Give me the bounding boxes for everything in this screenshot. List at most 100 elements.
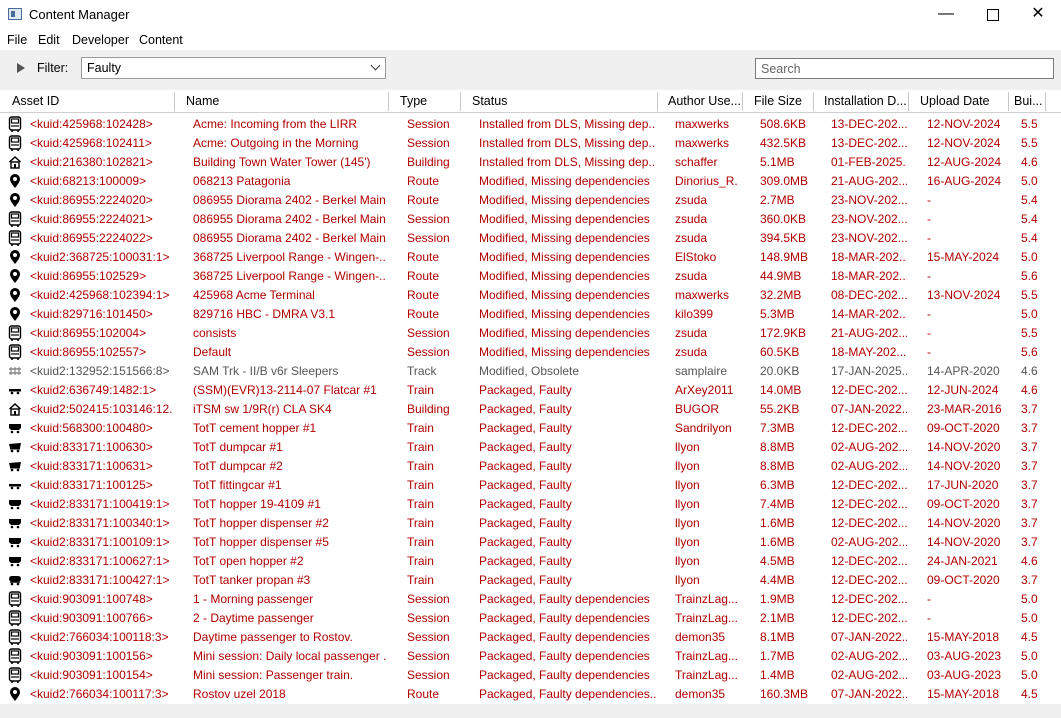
build-cell: 5.0 <box>1021 649 1038 663</box>
route-icon <box>8 173 22 189</box>
status-cell: Packaged, Faulty dependencies <box>479 611 650 625</box>
table-row[interactable]: <kuid:86955:102004> consists Session Modifi… <box>0 324 1061 343</box>
table-row[interactable]: <kuid2:833171:100340:1> TotT hopper dispe… <box>0 514 1061 533</box>
menu-file[interactable]: File <box>7 33 27 47</box>
column-divider[interactable] <box>813 92 814 111</box>
asset-id-cell: <kuid2:132952:151566:8> <box>30 364 170 378</box>
table-row[interactable]: <kuid2:833171:100419:1> TotT hopper 19-41… <box>0 495 1061 514</box>
column-header-installation-date[interactable]: Installation D... <box>824 94 908 108</box>
asset-id-cell: <kuid:68213:100009> <box>30 174 147 188</box>
build-cell: 4.6 <box>1021 383 1038 397</box>
maximize-button[interactable] <box>970 0 1016 30</box>
filter-dropdown[interactable]: Faulty <box>81 57 386 79</box>
installation-date-cell: 17-JAN-2025... <box>831 364 907 378</box>
author-cell: maxwerks <box>675 117 730 131</box>
table-row[interactable]: <kuid:86955:102557> Default Session Modifie… <box>0 343 1061 362</box>
session-icon <box>8 325 22 341</box>
column-header-name[interactable]: Name <box>186 94 384 108</box>
table-row[interactable]: <kuid2:766034:100118:3> Daytime passenger… <box>0 628 1061 647</box>
table-row[interactable]: <kuid:903091:100154> Mini session: Passen… <box>0 666 1061 685</box>
table-row[interactable]: <kuid2:833171:100427:1> TotT tanker propa… <box>0 571 1061 590</box>
table-row[interactable]: <kuid:568300:100480> TotT cement hopper #… <box>0 419 1061 438</box>
filter-value: Faulty <box>87 61 122 75</box>
type-cell: Train <box>407 383 434 397</box>
build-cell: 4.6 <box>1021 155 1038 169</box>
menu-developer[interactable]: Developer <box>72 33 129 47</box>
table-row[interactable]: <kuid:833171:100631> TotT dumpcar #2 Train… <box>0 457 1061 476</box>
type-cell: Session <box>407 117 450 131</box>
table-row[interactable]: <kuid:903091:100766> 2 - Daytime passenge… <box>0 609 1061 628</box>
table-row[interactable]: <kuid2:368725:100031:1> 368725 Liverpool … <box>0 248 1061 267</box>
track-icon <box>8 363 22 379</box>
column-header-asset-id[interactable]: Asset ID <box>12 94 170 108</box>
column-header-author[interactable]: Author Use... <box>668 94 740 108</box>
table-row[interactable]: <kuid:68213:100009> 068213 Patagonia Route… <box>0 172 1061 191</box>
table-row[interactable]: <kuid2:833171:100627:1> TotT open hopper … <box>0 552 1061 571</box>
column-header-status[interactable]: Status <box>472 94 654 108</box>
file-size-cell: 2.7MB <box>760 193 795 207</box>
table-row[interactable]: <kuid:903091:100748> 1 - Morning passenge… <box>0 590 1061 609</box>
table-row[interactable]: <kuid:833171:100630> TotT dumpcar #1 Train… <box>0 438 1061 457</box>
table-row[interactable]: <kuid:86955:102529> 368725 Liverpool Rang… <box>0 267 1061 286</box>
table-row[interactable]: <kuid2:833171:100109:1> TotT hopper dispe… <box>0 533 1061 552</box>
author-cell: BUGOR <box>675 402 720 416</box>
installation-date-cell: 01-FEB-2025... <box>831 155 907 169</box>
table-row[interactable]: <kuid2:636749:1482:1> (SSM)(EVR)13-2114-0… <box>0 381 1061 400</box>
close-button[interactable]: ✕ <box>1015 0 1061 30</box>
table-row[interactable]: <kuid:425968:102428> Acme: Incoming from … <box>0 115 1061 134</box>
column-header-build[interactable]: Bui... <box>1014 94 1044 108</box>
table-row[interactable]: <kuid:86955:2224020> 086955 Diorama 2402 … <box>0 191 1061 210</box>
build-cell: 3.7 <box>1021 459 1038 473</box>
table-row[interactable]: <kuid:833171:100125> TotT fittingcar #1 Tr… <box>0 476 1061 495</box>
installation-date-cell: 18-MAR-202... <box>831 269 907 283</box>
name-cell: TotT hopper dispenser #2 <box>193 516 329 530</box>
column-divider[interactable] <box>174 92 175 111</box>
menu-edit[interactable]: Edit <box>38 33 60 47</box>
status-cell: Packaged, Faulty dependencies <box>479 592 650 606</box>
table-row[interactable]: <kuid2:766034:100117:3> Rostov uzel 2018 R… <box>0 685 1061 704</box>
table-row[interactable]: <kuid:829716:101450> 829716 HBC - DMRA V3… <box>0 305 1061 324</box>
column-divider[interactable] <box>460 92 461 111</box>
column-divider[interactable] <box>742 92 743 111</box>
table-row[interactable]: <kuid2:502415:103146:12... iTSM sw 1/9R(r… <box>0 400 1061 419</box>
installation-date-cell: 02-AUG-202... <box>831 535 907 549</box>
column-divider[interactable] <box>908 92 909 111</box>
name-cell: TotT fittingcar #1 <box>193 478 282 492</box>
route-icon <box>8 287 22 303</box>
type-cell: Train <box>407 497 434 511</box>
type-cell: Session <box>407 345 450 359</box>
table-row[interactable]: <kuid:86955:2224021> 086955 Diorama 2402 … <box>0 210 1061 229</box>
table-row[interactable]: <kuid:216380:102821> Building Town Water … <box>0 153 1061 172</box>
author-cell: demon35 <box>675 687 726 701</box>
name-cell: TotT hopper 19-4109 #1 <box>193 497 321 511</box>
route-icon <box>8 686 22 702</box>
table-row[interactable]: <kuid:86955:2224022> 086955 Diorama 2402 … <box>0 229 1061 248</box>
file-size-cell: 2.1MB <box>760 611 795 625</box>
table-row[interactable]: <kuid:903091:100156> Mini session: Daily … <box>0 647 1061 666</box>
column-divider[interactable] <box>388 92 389 111</box>
asset-id-cell: <kuid2:766034:100117:3> <box>30 687 169 701</box>
status-cell: Packaged, Faulty <box>479 554 572 568</box>
build-cell: 3.7 <box>1021 421 1038 435</box>
search-input[interactable] <box>755 58 1054 79</box>
column-divider[interactable] <box>1045 92 1046 111</box>
upload-date-cell: 03-AUG-2023 <box>927 649 1002 663</box>
play-icon[interactable] <box>17 63 25 73</box>
name-cell: TotT tanker propan #3 <box>193 573 311 587</box>
table-row[interactable]: <kuid2:425968:102394:1> 425968 Acme Termi… <box>0 286 1061 305</box>
column-header-type[interactable]: Type <box>400 94 456 108</box>
column-header-upload-date[interactable]: Upload Date <box>920 94 1004 108</box>
file-size-cell: 6.3MB <box>760 478 795 492</box>
upload-date-cell: 09-OCT-2020 <box>927 497 1000 511</box>
horizontal-scrollbar[interactable] <box>0 704 1061 718</box>
table-row[interactable]: <kuid:425968:102411> Acme: Outgoing in th… <box>0 134 1061 153</box>
table-row[interactable]: <kuid2:132952:151566:8> SAM Trk - II/B v6… <box>0 362 1061 381</box>
filter-label: Filter: <box>37 61 69 75</box>
column-header-file-size[interactable]: File Size <box>754 94 814 108</box>
column-divider[interactable] <box>657 92 658 111</box>
menu-content[interactable]: Content <box>139 33 183 47</box>
column-divider[interactable] <box>1008 92 1009 111</box>
installation-date-cell: 02-AUG-202... <box>831 440 907 454</box>
minimize-button[interactable]: — <box>923 0 969 30</box>
session-icon <box>8 230 22 246</box>
